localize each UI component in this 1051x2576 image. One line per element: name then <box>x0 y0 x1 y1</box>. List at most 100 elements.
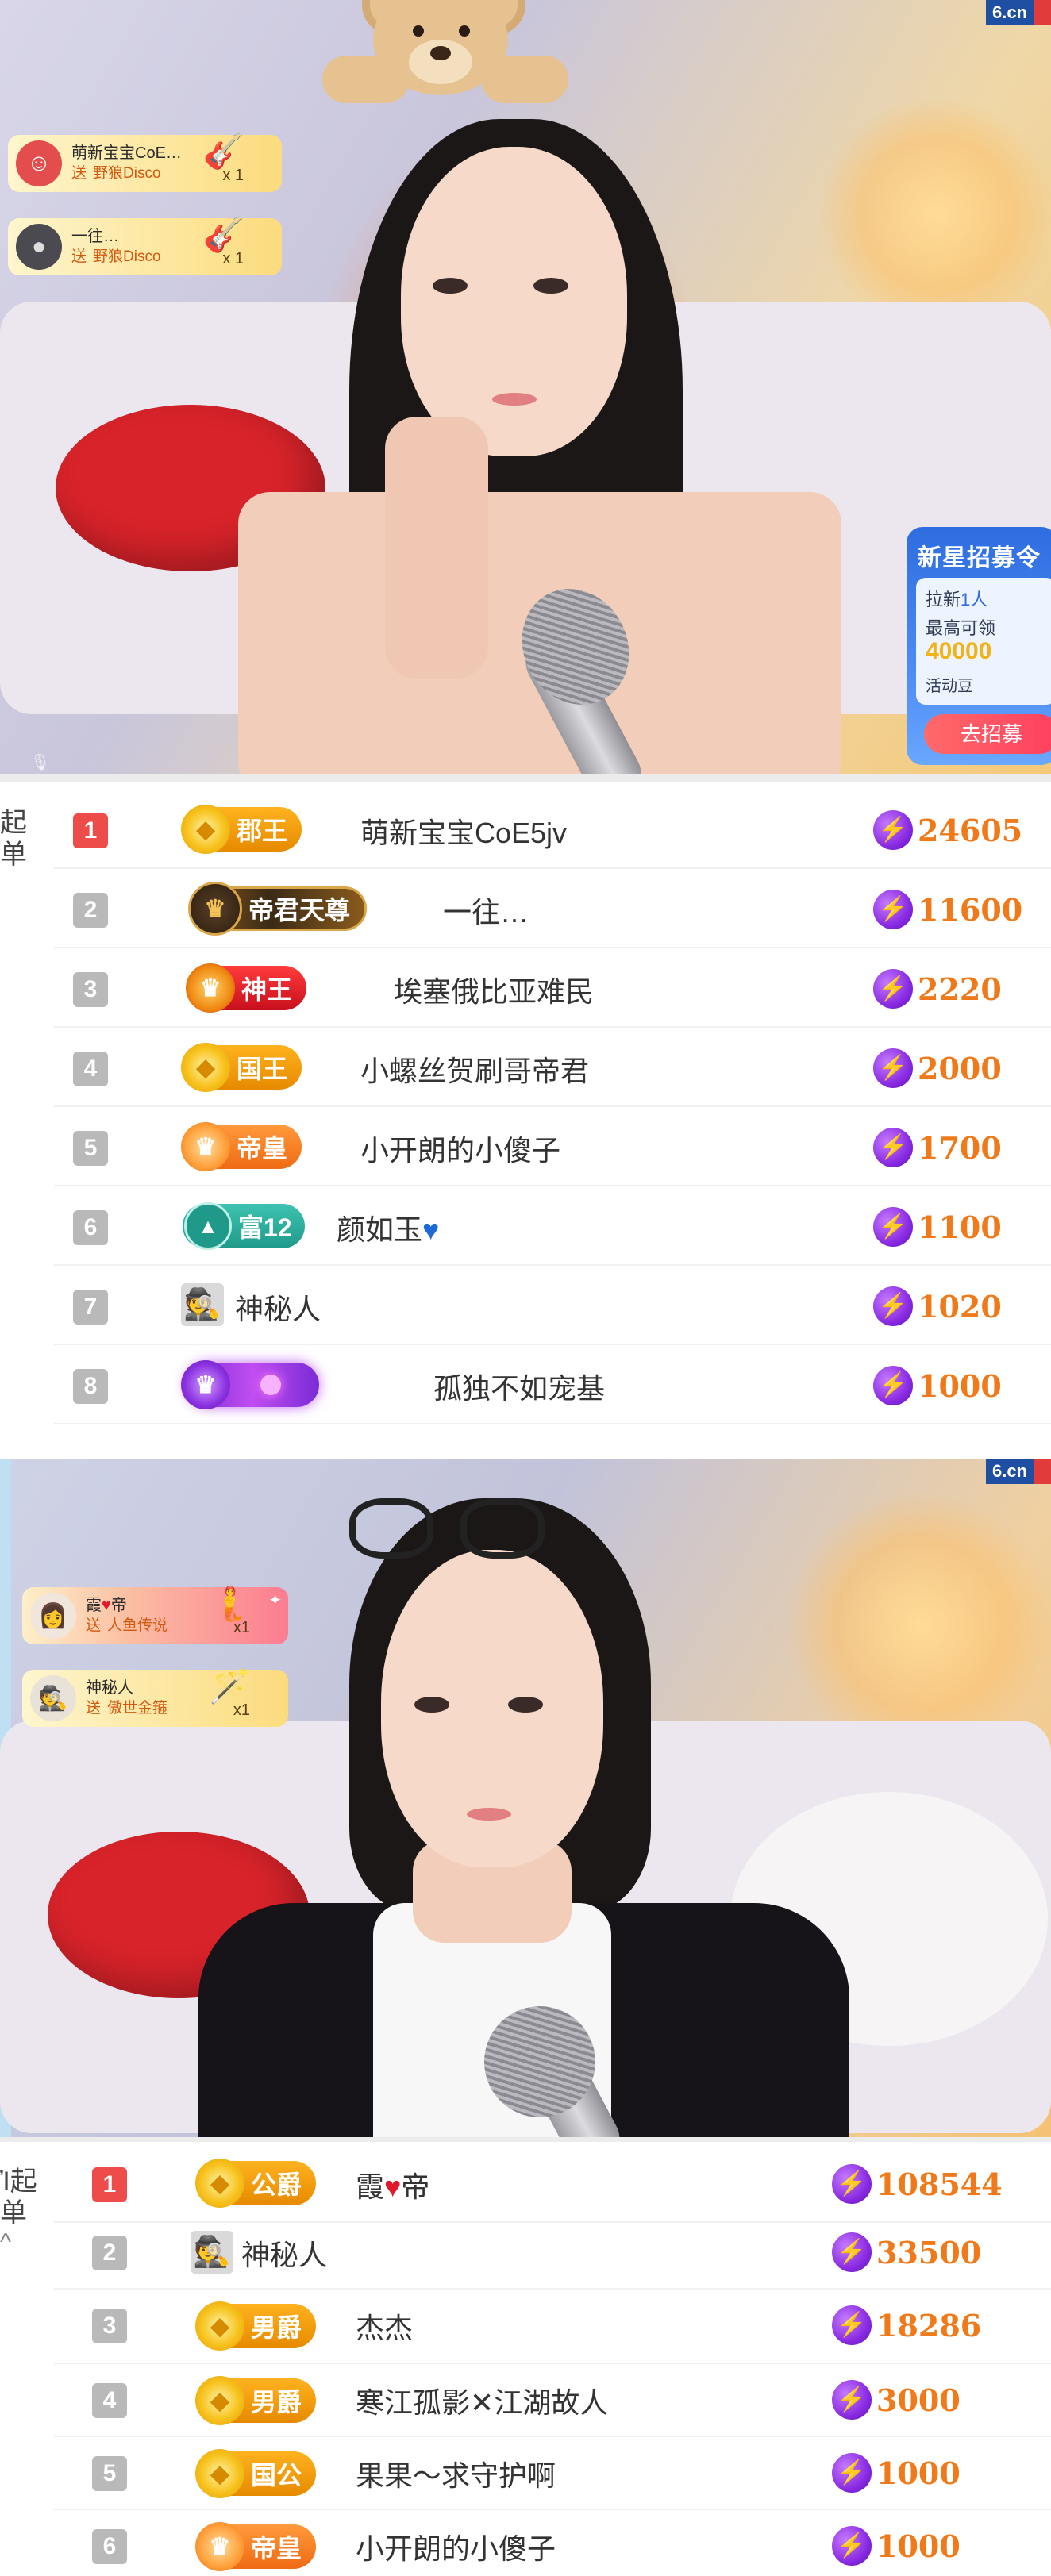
lamp-glow <box>818 95 1051 333</box>
score: ⚡ 1000 <box>873 1366 1002 1405</box>
user-name[interactable]: 果果～求守护啊 <box>356 2453 556 2494</box>
heart-icon: ♥ <box>422 1213 440 1246</box>
gift-count: x 1 <box>222 250 244 267</box>
table-row[interactable]: 2 ♛ 帝君天尊 一往… ⚡ 11600 <box>54 869 1051 948</box>
score: ⚡ 1020 <box>873 1286 1002 1326</box>
user-name[interactable]: 孤独不如宠基 <box>433 1366 605 1407</box>
table-row[interactable]: 6 ▲ 富12 颜如玉♥ ⚡ 1100 <box>54 1186 1051 1266</box>
table-row[interactable]: 1 ◆ 郡王 萌新宝宝CoE5jv ⚡ 24605 <box>54 790 1051 869</box>
lightning-icon: ⚡ <box>873 969 913 1009</box>
promo-line: 最高可领 <box>926 618 996 638</box>
noble-badge: ♛ 帝皇 <box>195 2522 317 2571</box>
gift-sender-name: 霞♥帝 <box>86 1597 127 1614</box>
rank-number: 8 <box>73 1369 108 1404</box>
lightning-icon: ⚡ <box>873 810 913 850</box>
table-row[interactable]: 4 ◆ 男爵 寒江孤影✕江湖故人 ⚡ 3000 <box>54 2364 1051 2437</box>
side-tab-label[interactable]: 单 <box>0 2196 27 2231</box>
rank-number: 2 <box>92 2236 127 2270</box>
rank-number: 5 <box>73 1131 108 1166</box>
table-row[interactable]: 6 ♛ 帝皇 小开朗的小傻子 ⚡ 1000 <box>54 2510 1051 2576</box>
lightning-icon: ⚡ <box>832 2305 872 2345</box>
bear-headband <box>322 0 568 135</box>
crest-icon: ◆ <box>195 2449 244 2498</box>
gift-count: x1 <box>233 1701 250 1719</box>
table-row[interactable]: 8 ♛ 孤独不如宠基 ⚡ 1000 <box>54 1345 1051 1424</box>
sunglasses <box>349 1498 433 1559</box>
rank-number: 1 <box>92 2167 127 2202</box>
streamer-lips <box>492 393 537 406</box>
chevron-up-icon[interactable]: ^ <box>0 2229 11 2256</box>
promo-title: 新星招募令 <box>918 545 1041 571</box>
crest-icon: ♛ <box>186 963 235 1013</box>
live-stream-video-2[interactable]: 6.cn 👩 霞♥帝 送人鱼传说 🧜 x1 ✦ 🕵 神秘人 送傲世金箍 🪄 x1 <box>0 1459 1051 2137</box>
user-name[interactable]: 埃塞俄比亚难民 <box>394 969 594 1010</box>
table-row[interactable]: 3 ♛ 神王 埃塞俄比亚难民 ⚡ 2220 <box>54 948 1051 1028</box>
table-row[interactable]: 7 🕵 神秘人 ⚡ 1020 <box>54 1266 1051 1345</box>
recruit-button[interactable]: 去招募 <box>924 714 1051 754</box>
rank-number: 6 <box>73 1210 108 1245</box>
promo-line: 活动豆 <box>926 678 973 695</box>
microphone-icon[interactable]: 🎙 <box>30 752 50 771</box>
gift-name: 野狼Disco <box>93 165 161 182</box>
user-name[interactable]: 萌新宝宝CoE5jv <box>360 810 567 852</box>
crest-icon: ♛ <box>181 1122 230 1171</box>
mystery-person-icon: 🕵 <box>30 1675 76 1721</box>
score: ⚡ 108544 <box>832 2164 1003 2204</box>
sunglasses <box>460 1498 545 1559</box>
noble-badge: ◆ 国公 <box>195 2449 317 2498</box>
gift-count: x1 <box>233 1619 250 1636</box>
noble-badge: ♛ <box>181 1360 319 1409</box>
user-name[interactable]: 小螺丝贺刷哥帝君 <box>360 1048 589 1090</box>
user-name[interactable]: 霞♥帝 <box>356 2164 429 2205</box>
user-name[interactable]: 杰杰 <box>356 2305 413 2347</box>
crest-icon: ♛ <box>195 2522 244 2571</box>
gift-notice: 👩 霞♥帝 送人鱼传说 🧜 x1 ✦ <box>22 1585 288 1644</box>
user-avatar: 👩 <box>30 1593 76 1639</box>
table-row[interactable]: 2 🕵 神秘人 ⚡ 33500 <box>54 2217 1051 2290</box>
lightning-icon: ⚡ <box>832 2453 872 2493</box>
recruit-promo-banner[interactable]: 新星招募令 拉新1人 最高可领 40000 活动豆 去招募 <box>907 527 1051 765</box>
noble-badge: ◆ 男爵 <box>195 2376 317 2425</box>
user-name[interactable]: 神秘人 <box>235 1286 321 1328</box>
streamer-eye-left <box>414 1697 449 1713</box>
user-name[interactable]: 小开朗的小傻子 <box>356 2526 556 2567</box>
gift-name: 傲世金箍 <box>107 1700 168 1717</box>
user-name[interactable]: 颜如玉♥ <box>337 1207 439 1248</box>
mystery-person-icon: 🕵 <box>181 1283 224 1326</box>
level-icon: ▲ <box>184 1202 232 1250</box>
user-name[interactable]: 神秘人 <box>241 2232 327 2274</box>
user-name[interactable]: 寒江孤影✕江湖故人 <box>356 2380 608 2421</box>
table-row[interactable]: 4 ◆ 国王 小螺丝贺刷哥帝君 ⚡ 2000 <box>54 1028 1051 1107</box>
lightning-icon: ⚡ <box>832 2232 872 2272</box>
user-name[interactable]: 一往… <box>443 890 529 931</box>
table-row[interactable]: 1 ◆ 公爵 霞♥帝 ⚡ 108544 <box>54 2143 1051 2223</box>
noble-badge: ◆ 国王 <box>181 1043 302 1092</box>
noble-badge: ◆ 公爵 <box>195 2159 317 2208</box>
live-stream-video-1[interactable]: 6.cn ☺ 萌新宝宝CoE… 送野狼Disco 🎸 x 1 ● 一往… 送野狼… <box>0 0 1051 774</box>
table-row[interactable]: 5 ◆ 国公 果果～求守护啊 ⚡ 1000 <box>54 2437 1051 2510</box>
crest-icon: ◆ <box>195 2301 244 2351</box>
noble-badge: ♛ 帝皇 <box>181 1122 302 1171</box>
crest-icon: ♛ <box>181 1360 230 1409</box>
gift-name: 人鱼传说 <box>107 1617 168 1634</box>
side-tab-label[interactable]: Ἰ起 <box>0 2164 37 2199</box>
lightning-icon: ⚡ <box>873 1366 913 1405</box>
gift-notice: ☺ 萌新宝宝CoE… 送野狼Disco 🎸 x 1 <box>8 133 282 192</box>
score: ⚡ 2220 <box>873 969 1002 1009</box>
score: ⚡ 33500 <box>832 2232 981 2272</box>
side-tab-label[interactable]: 单 <box>0 837 27 872</box>
user-avatar: ● <box>16 224 62 270</box>
lightning-icon: ⚡ <box>832 2164 872 2204</box>
side-tab-label[interactable]: 起 <box>0 805 27 840</box>
streamer-hand <box>385 417 488 679</box>
score: ⚡ 1100 <box>873 1207 1002 1247</box>
table-row[interactable]: 3 ◆ 男爵 杰杰 ⚡ 18286 <box>54 2290 1051 2364</box>
user-name[interactable]: 小开朗的小傻子 <box>360 1128 560 1169</box>
gift-notice: 🕵 神秘人 送傲世金箍 🪄 x1 <box>22 1667 288 1727</box>
gift-ranking-list-1: 起 单 1 ◆ 郡王 萌新宝宝CoE5jv ⚡ 24605 2 ♛ 帝君天尊 一往… … <box>0 774 1051 1459</box>
heart-icon: ♥ <box>102 1597 111 1614</box>
noble-badge: ◆ 男爵 <box>195 2301 317 2351</box>
streamer-eye-right <box>533 278 568 294</box>
table-row[interactable]: 5 ♛ 帝皇 小开朗的小傻子 ⚡ 1700 <box>54 1107 1051 1186</box>
crest-icon: ♛ <box>188 882 242 936</box>
